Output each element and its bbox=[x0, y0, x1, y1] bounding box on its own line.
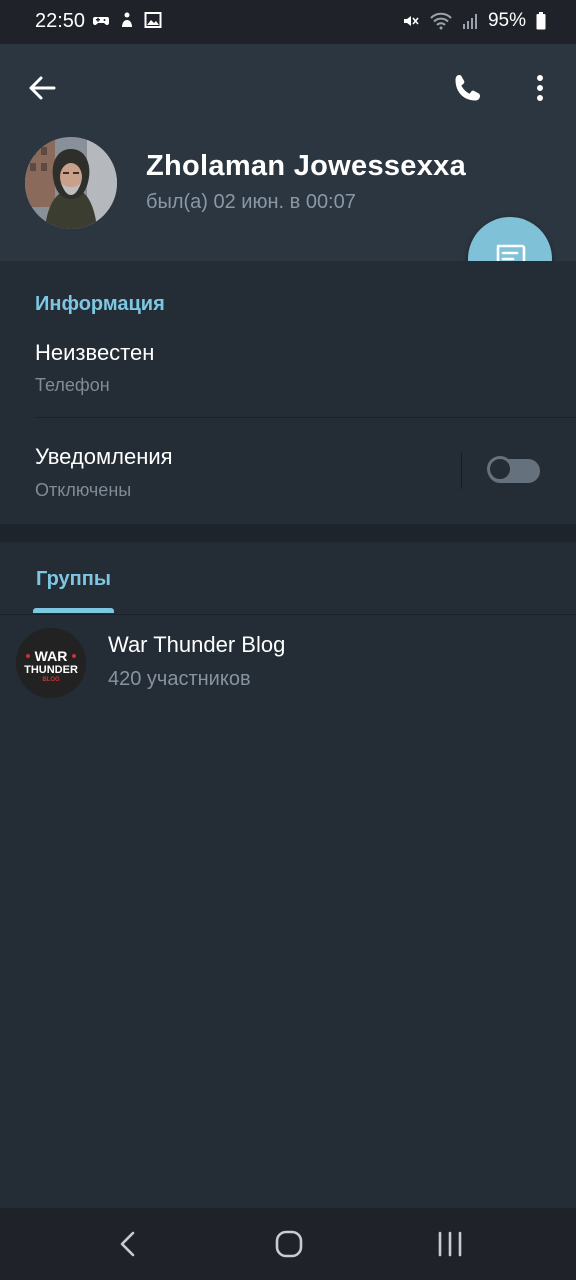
group-name: War Thunder Blog bbox=[108, 632, 286, 657]
more-vertical-icon[interactable] bbox=[522, 70, 558, 106]
svg-text:WAR: WAR bbox=[35, 648, 68, 664]
notifications-label[interactable]: Уведомления bbox=[35, 444, 173, 470]
group-avatar: WAR THUNDER BLOG bbox=[16, 628, 86, 698]
system-nav-bar bbox=[0, 1208, 576, 1280]
last-seen-status: был(а) 02 июн. в 00:07 bbox=[146, 191, 356, 213]
profile-avatar[interactable] bbox=[25, 137, 117, 229]
svg-text:THUNDER: THUNDER bbox=[24, 664, 78, 676]
phone-value[interactable]: Неизвестен bbox=[35, 340, 154, 366]
status-bar: 22:50 95% bbox=[0, 0, 576, 44]
status-right: 95% bbox=[402, 10, 546, 32]
nav-recents-icon[interactable] bbox=[432, 1226, 468, 1262]
profile-name: Zholaman Jowessexxa bbox=[146, 150, 467, 182]
battery-level: 95% bbox=[487, 10, 526, 31]
nav-home-icon[interactable] bbox=[271, 1226, 307, 1262]
svg-text:BLOG: BLOG bbox=[42, 677, 60, 683]
notifications-status: Отключены bbox=[35, 480, 132, 500]
group-members-count: 420 участников bbox=[108, 668, 251, 690]
shared-media-tabs: Группы bbox=[0, 542, 576, 615]
list-item[interactable]: WAR THUNDER BLOG War Thunder Blog 420 уч… bbox=[0, 615, 576, 707]
avatar-photo bbox=[25, 137, 117, 229]
image-icon bbox=[144, 12, 162, 28]
toggle-knob bbox=[487, 456, 513, 482]
gamepad-icon bbox=[93, 17, 109, 25]
mute-icon bbox=[403, 16, 419, 26]
section-separator bbox=[0, 524, 576, 542]
phone-label: Телефон bbox=[35, 375, 110, 395]
battery-icon bbox=[536, 12, 546, 30]
nav-back-icon[interactable] bbox=[110, 1226, 146, 1262]
war-thunder-logo: WAR THUNDER BLOG bbox=[16, 628, 86, 698]
phone-icon[interactable] bbox=[450, 70, 486, 106]
signal-icon bbox=[462, 14, 477, 29]
back-arrow-icon[interactable] bbox=[24, 70, 60, 106]
divider bbox=[35, 417, 576, 418]
tab-groups[interactable]: Группы bbox=[36, 568, 111, 591]
vertical-divider bbox=[461, 453, 462, 489]
tab-indicator bbox=[33, 608, 114, 613]
status-time: 22:50 bbox=[35, 10, 86, 32]
notification-icons bbox=[92, 11, 162, 29]
info-section: Информация Неизвестен Телефон Уведомлени… bbox=[0, 261, 576, 524]
info-section-title: Информация bbox=[35, 293, 165, 315]
app-notification-icon bbox=[122, 12, 132, 27]
wifi-icon bbox=[430, 12, 452, 30]
notifications-toggle[interactable] bbox=[487, 456, 540, 483]
